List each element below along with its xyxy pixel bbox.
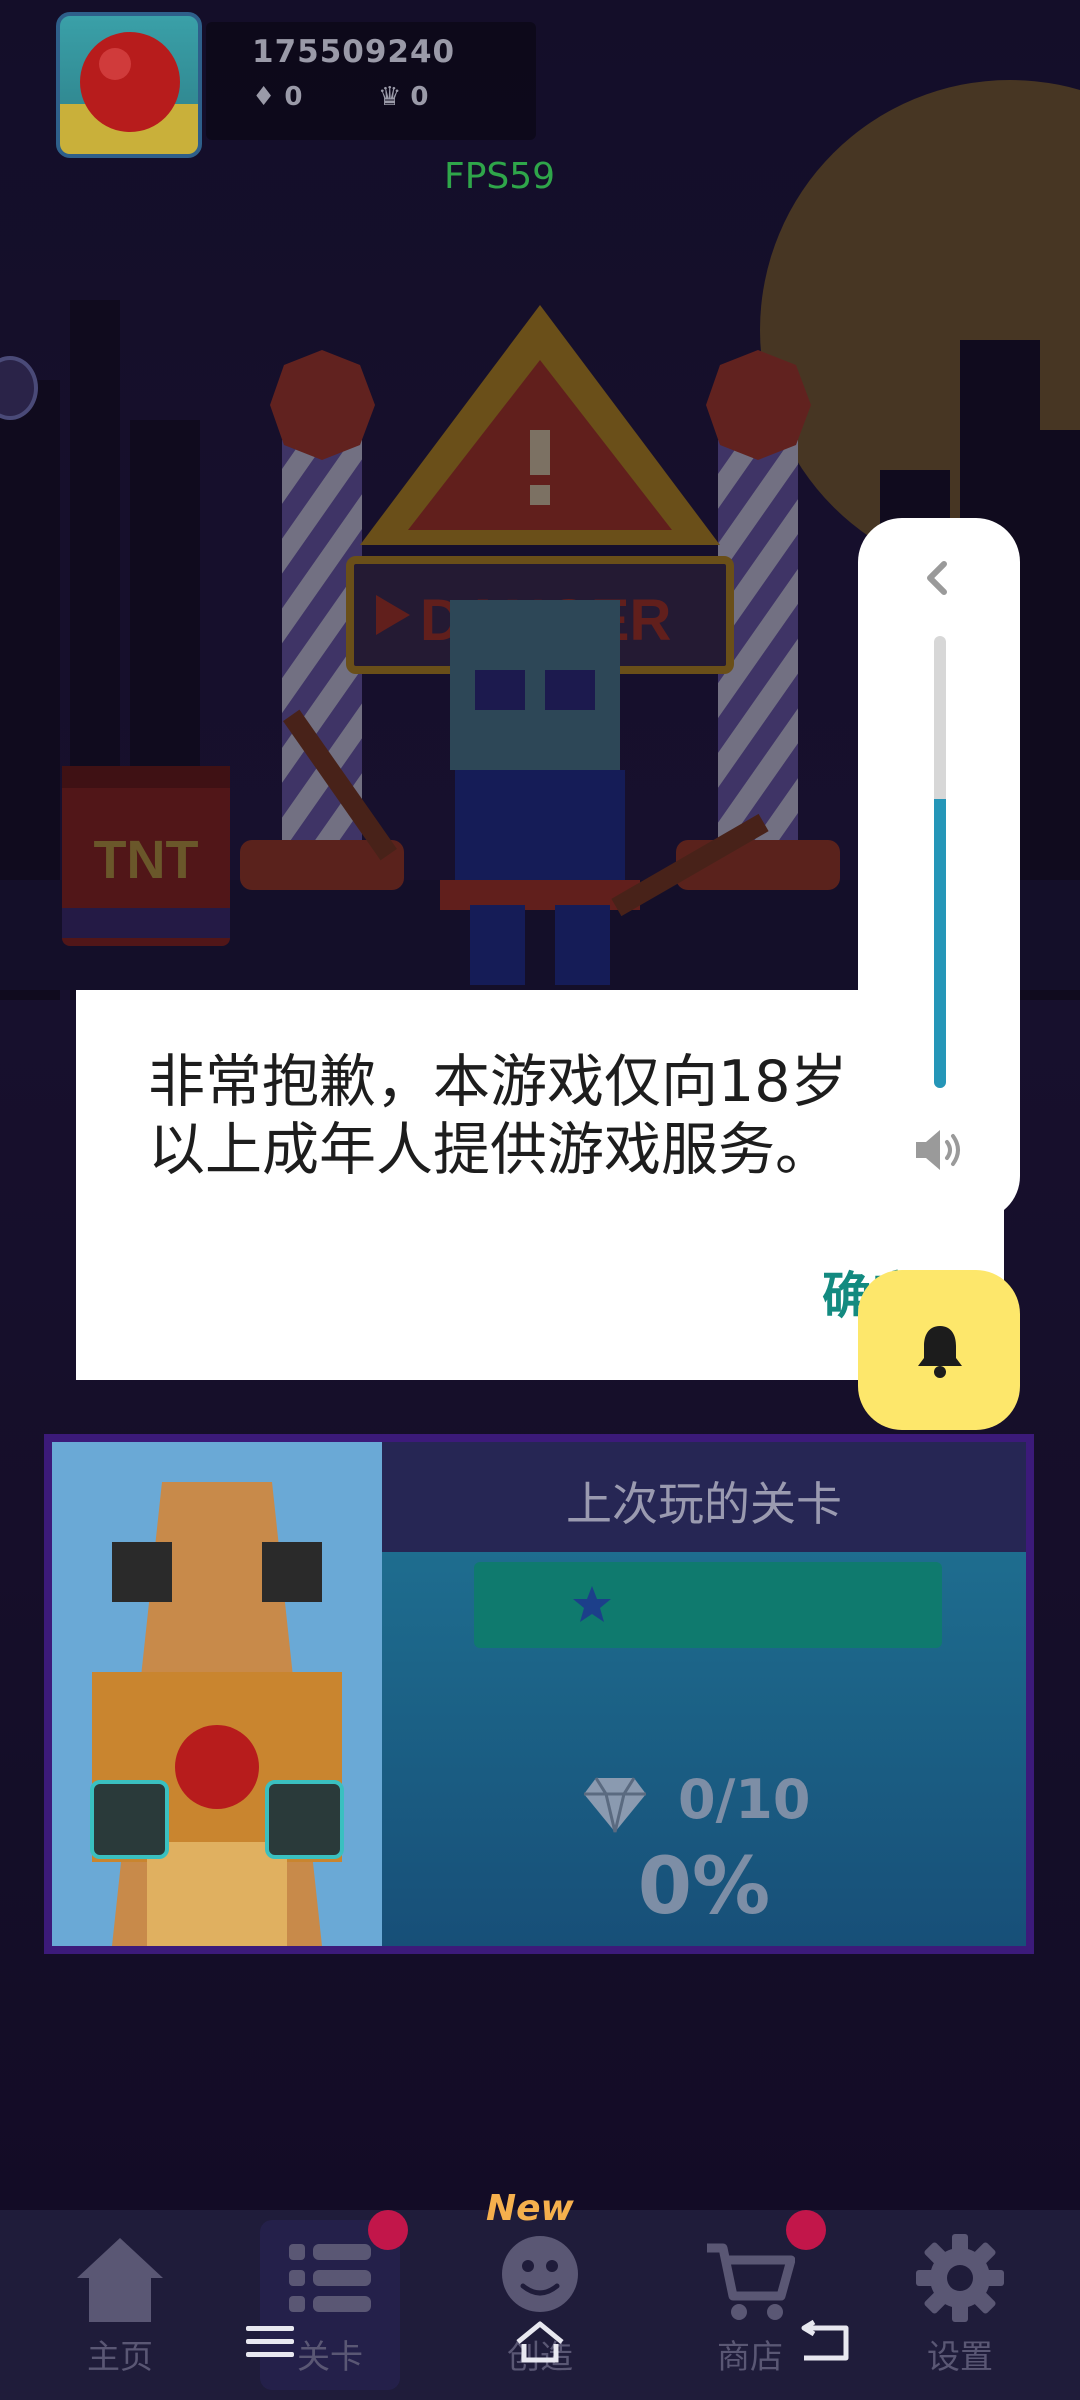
crown-counter: ♛ 0 xyxy=(378,82,428,112)
last-played-title: 上次玩的关卡 xyxy=(566,1477,842,1531)
nav-settings-label: 设置 xyxy=(927,2337,993,2376)
gem-counter: ♦ 0 xyxy=(252,82,302,112)
chevron-left-icon[interactable] xyxy=(910,550,966,606)
notification-dot xyxy=(786,2210,826,2250)
menu-icon[interactable] xyxy=(242,2318,298,2366)
back-icon[interactable] xyxy=(798,2318,854,2366)
ring-mode-button[interactable] xyxy=(858,1270,1020,1430)
cart-icon xyxy=(707,2243,795,2320)
gem-progress: 0/10 xyxy=(678,1768,811,1831)
star-rating-bar xyxy=(474,1562,942,1648)
nav-home[interactable]: 主页 xyxy=(30,2210,210,2400)
diamond-icon: ♦ xyxy=(252,82,276,112)
nav-create[interactable]: 创造 xyxy=(450,2210,630,2400)
volume-level-fill xyxy=(934,798,946,1088)
create-face-icon xyxy=(502,2236,578,2312)
level-stats: 0/10 0% xyxy=(382,1552,1026,1946)
nav-shop[interactable]: 商店 xyxy=(660,2210,840,2400)
bottom-nav-bar: 主页 关卡 创造 商店 设置 xyxy=(0,2210,1080,2400)
player-id: 175509240 xyxy=(252,34,456,70)
crown-icon: ♛ xyxy=(378,82,402,112)
nav-settings[interactable]: 设置 xyxy=(870,2210,1050,2400)
speaker-icon[interactable] xyxy=(910,1122,966,1178)
new-badge: New xyxy=(486,2188,574,2229)
gear-icon xyxy=(916,2234,1004,2322)
player-avatar[interactable] xyxy=(56,12,202,158)
notification-dot xyxy=(368,2210,408,2250)
crown-count: 0 xyxy=(410,82,429,112)
level-thumbnail xyxy=(52,1442,382,1946)
levels-list-icon xyxy=(289,2244,371,2312)
level-preview-image xyxy=(52,1442,382,1946)
last-played-level-card[interactable]: 上次玩的关卡 0/10 0% xyxy=(44,1434,1034,1954)
fps-counter: FPS59 xyxy=(444,156,556,197)
star-icon xyxy=(573,1586,611,1622)
dialog-message: 非常抱歉，本游戏仅向18岁以上成年人提供游戏服务。 xyxy=(148,1049,848,1183)
nav-levels[interactable]: 关卡 xyxy=(240,2210,420,2400)
home-icon[interactable] xyxy=(512,2318,568,2366)
completion-percent: 0% xyxy=(637,1842,771,1932)
diamond-icon xyxy=(584,1777,646,1833)
volume-panel xyxy=(858,518,1020,1220)
volume-slider[interactable] xyxy=(934,636,946,1088)
bell-icon xyxy=(918,1326,962,1378)
home-icon xyxy=(77,2238,163,2322)
nav-home-label: 主页 xyxy=(87,2337,153,2376)
card-header: 上次玩的关卡 xyxy=(382,1442,1026,1552)
ball-avatar-icon xyxy=(60,32,198,154)
gem-count: 0 xyxy=(284,82,303,112)
